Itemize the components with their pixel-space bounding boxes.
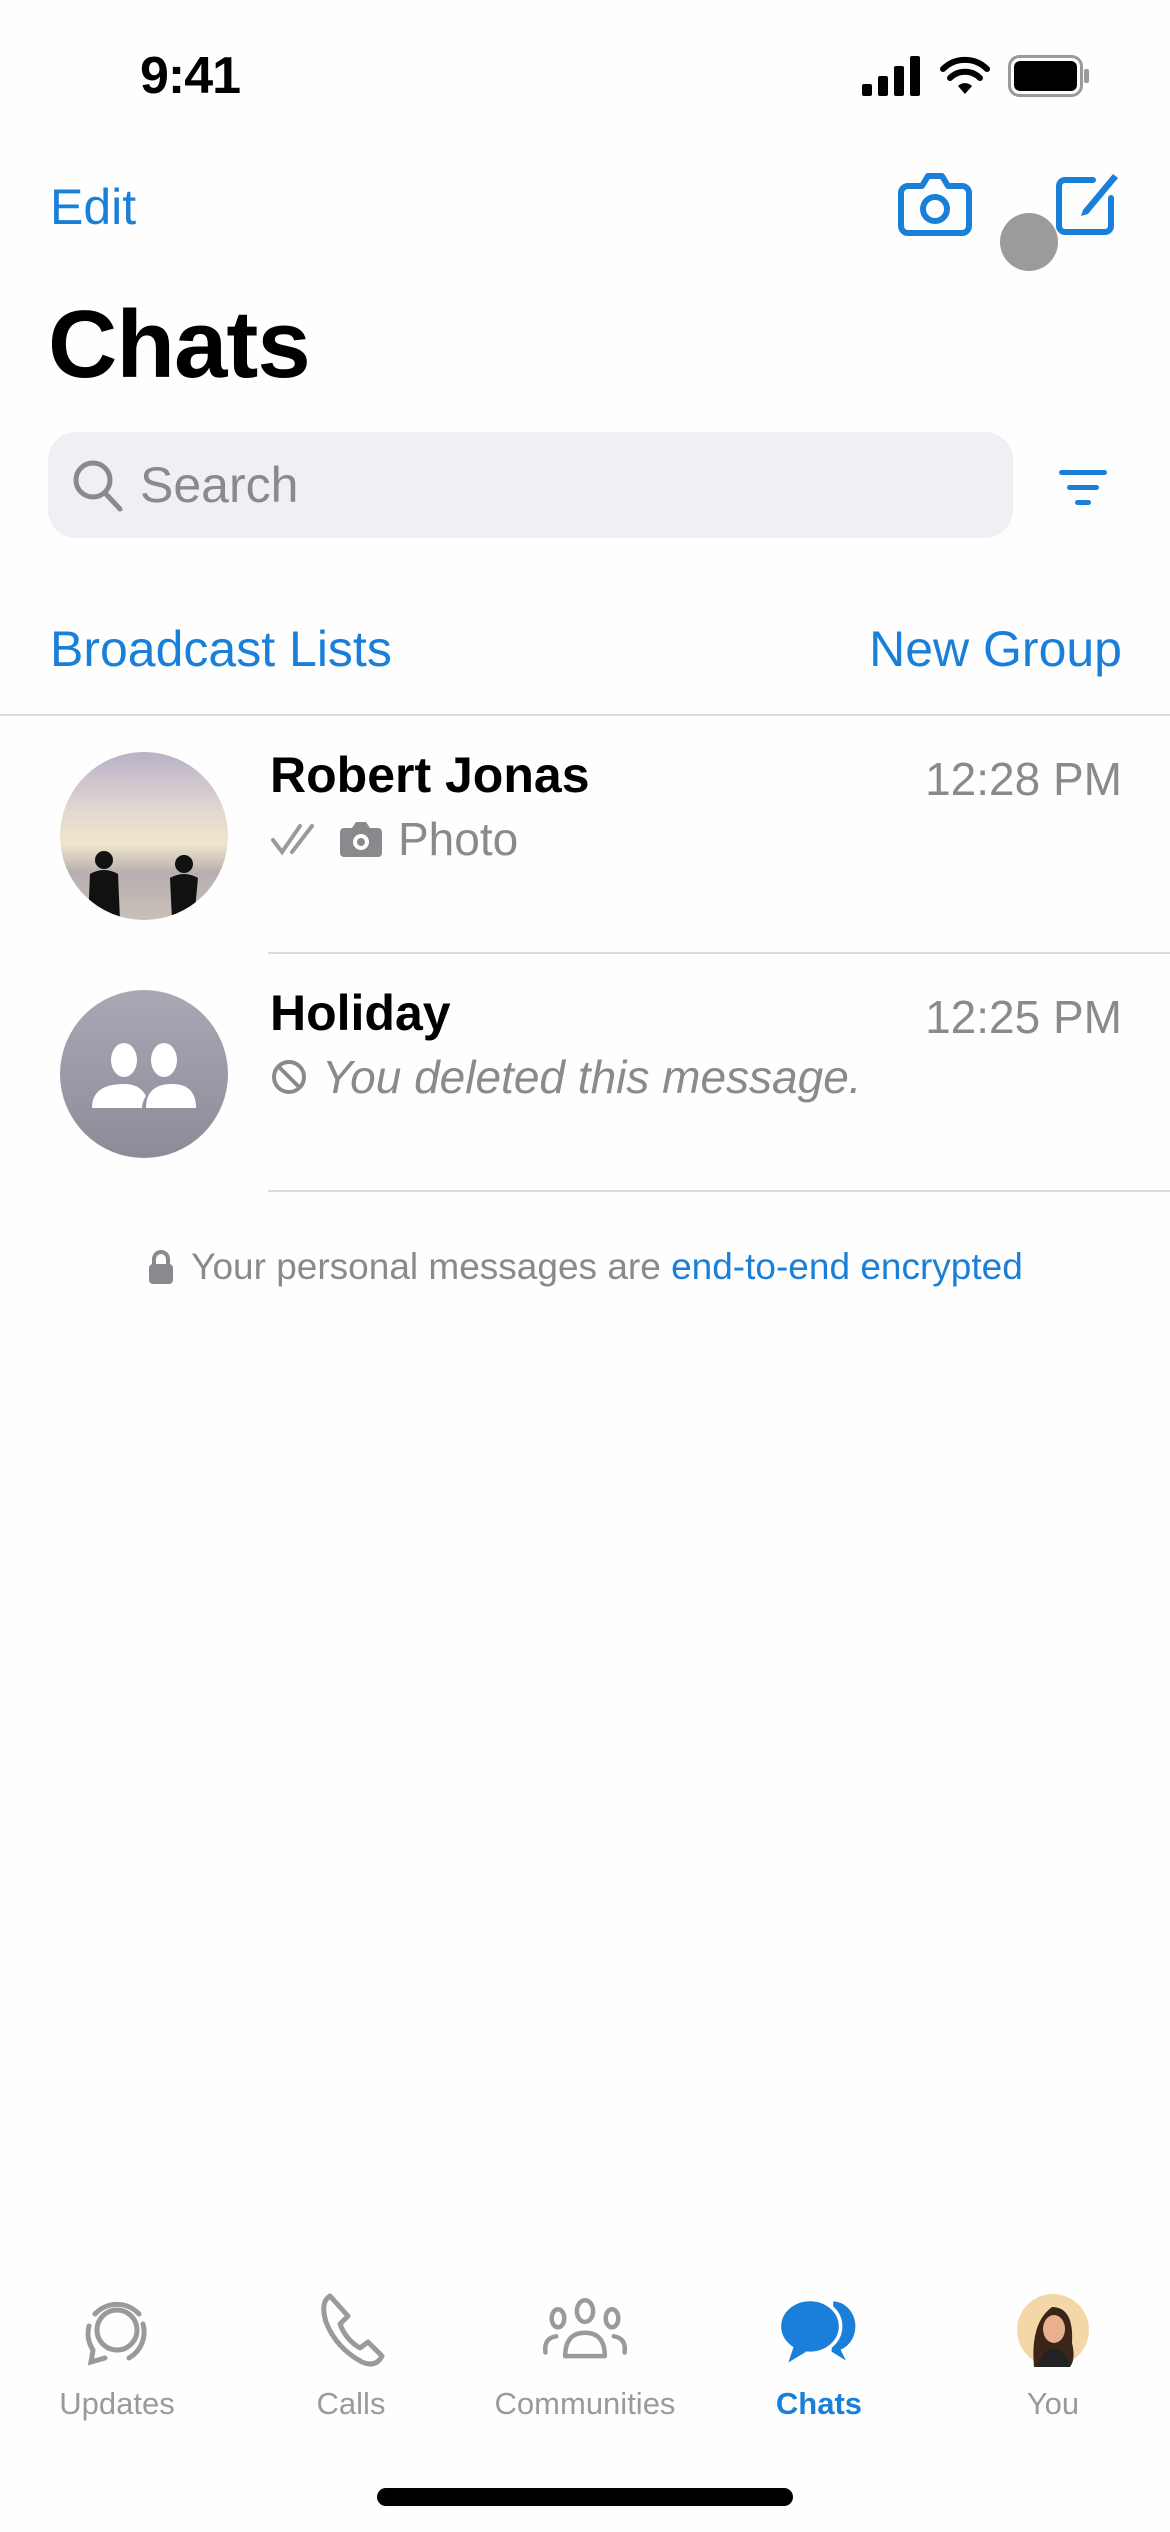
signal-icon [862,56,920,96]
filter-icon [1059,470,1107,505]
encryption-link[interactable]: end-to-end encrypted [671,1246,1023,1287]
tab-communities[interactable]: Communities [468,2290,702,2450]
encryption-notice: Your personal messages are end-to-end en… [0,1246,1170,1288]
edit-button[interactable]: Edit [50,178,136,236]
new-chat-button[interactable] [1055,166,1121,238]
updates-icon [85,2301,147,2366]
tab-bar: Updates Calls Communities Chats You [0,2290,1170,2450]
encryption-text: Your personal messages are [191,1246,672,1287]
search-icon [73,460,123,512]
tab-label: Updates [59,2386,175,2421]
silhouettes-image [88,851,198,920]
camera-icon [898,173,972,236]
tab-you[interactable]: You [936,2290,1170,2450]
new-group-link[interactable]: New Group [869,620,1122,678]
search-placeholder: Search [140,457,299,513]
deleted-icon [272,1060,306,1094]
chat-preview: You deleted this message. [270,1050,862,1104]
group-icon [92,1043,196,1108]
phone-icon [321,2293,385,2367]
chats-icon [777,2297,856,2363]
chat-preview-text: You deleted this message. [322,1051,862,1103]
battery-icon [1008,55,1089,97]
communities-icon [542,2298,628,2359]
compose-icon [1056,174,1118,235]
status-time: 9:41 [140,47,241,105]
tab-chats[interactable]: Chats [702,2290,936,2450]
avatar [60,990,228,1158]
status-icons [862,55,1090,97]
broadcast-lists-link[interactable]: Broadcast Lists [50,620,392,678]
filter-button[interactable] [1055,468,1111,508]
tab-updates[interactable]: Updates [0,2290,234,2450]
camera-icon [340,822,382,857]
tab-label: Chats [775,2386,863,2421]
avatar [60,752,228,920]
chat-row[interactable]: Robert Jonas 12:28 PM Photo [0,716,1170,954]
tab-label: Communities [494,2386,676,2421]
double-check-icon [271,824,314,856]
tab-label: You [1026,2386,1080,2421]
lock-icon [149,1250,174,1284]
chat-preview-text: Photo [398,813,519,865]
home-indicator[interactable] [377,2488,793,2506]
chat-row[interactable]: Holiday 12:25 PM You deleted this messag… [0,954,1170,1192]
camera-button[interactable] [898,168,972,238]
page-title: Chats [48,291,311,398]
tab-calls[interactable]: Calls [234,2290,468,2450]
touch-indicator [1000,213,1058,271]
chat-name: Holiday [270,985,451,1041]
chat-time: 12:25 PM [925,991,1122,1043]
chat-preview: Photo [270,812,518,866]
divider [268,1190,1170,1192]
chat-name: Robert Jonas [270,747,590,803]
tab-label: Calls [316,2386,386,2421]
wifi-icon [940,56,990,94]
profile-avatar [1017,2294,1089,2367]
search-input[interactable]: Search [48,432,1013,538]
chat-time: 12:28 PM [925,753,1122,805]
